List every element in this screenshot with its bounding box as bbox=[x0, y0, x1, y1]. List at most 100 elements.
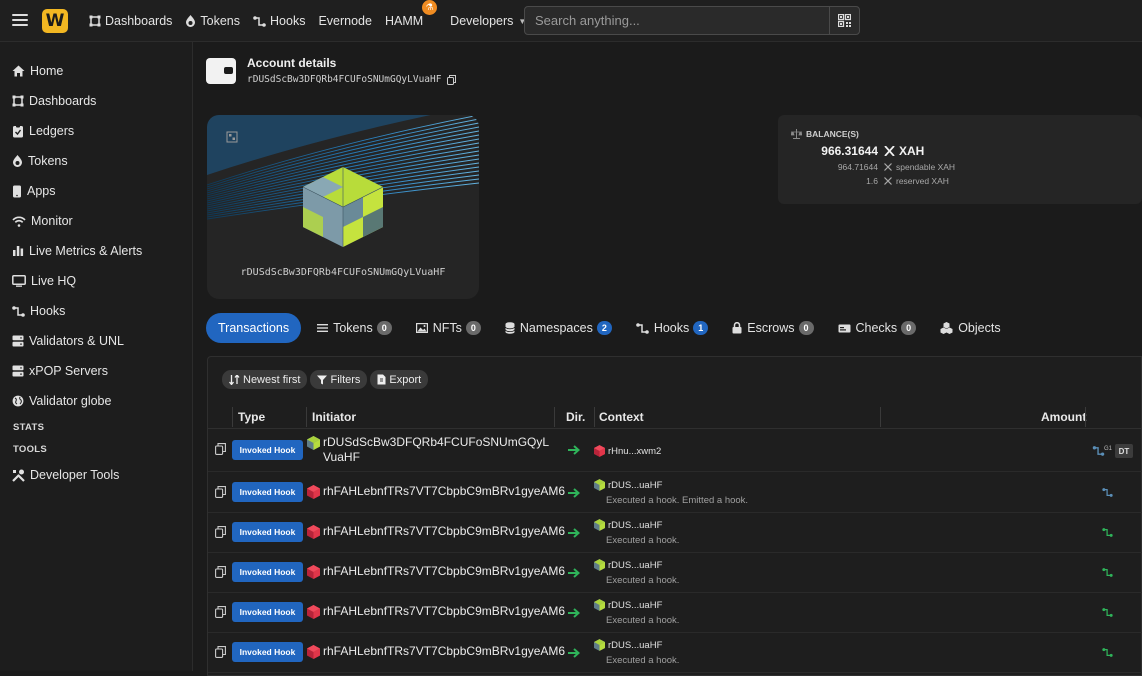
copy-icon[interactable] bbox=[447, 74, 457, 85]
tab-nfts[interactable]: NFTs 0 bbox=[415, 313, 481, 343]
sidebar-label: Apps bbox=[27, 184, 56, 198]
search-input[interactable] bbox=[525, 7, 829, 34]
copy-icon[interactable] bbox=[215, 646, 226, 658]
column-divider[interactable] bbox=[554, 407, 555, 427]
hook-group-label: G1 bbox=[1103, 445, 1112, 452]
column-divider[interactable] bbox=[594, 407, 595, 427]
initiator-address[interactable]: rhFAHLebnfTRs7VT7CbpbC9mBRv1gyeAM6 bbox=[323, 604, 565, 619]
initiator-address[interactable]: rhFAHLebnfTRs7VT7CbpbC9mBRv1gyeAM6 bbox=[323, 644, 565, 659]
copy-icon[interactable] bbox=[215, 526, 226, 538]
arrow-right-icon bbox=[568, 608, 581, 618]
context-address[interactable]: rHnu...xwm2 bbox=[608, 446, 661, 457]
table-row[interactable]: Invoked Hook rDUSdScBw3DFQRb4FCUFoSNUmGQ… bbox=[208, 430, 1142, 472]
nav-developers[interactable]: Developers ▼ bbox=[450, 14, 526, 28]
column-divider[interactable] bbox=[232, 407, 233, 427]
context-address[interactable]: rDUS...uaHF bbox=[608, 520, 662, 531]
top-nav: Dashboards Tokens Hooks Evernode HAMM ⚗ … bbox=[89, 0, 539, 42]
sidebar-item-validator-globe[interactable]: Validator globe bbox=[0, 386, 192, 416]
export-label: Export bbox=[389, 373, 422, 386]
sidebar-label: Live Metrics & Alerts bbox=[29, 244, 143, 258]
filters-button[interactable]: Filters bbox=[310, 370, 368, 389]
tab-namespaces[interactable]: Namespaces 2 bbox=[504, 313, 612, 343]
sidebar-label: Validators & UNL bbox=[29, 334, 124, 348]
table-row[interactable]: Invoked Hook rhFAHLebnfTRs7VT7CbpbC9mBRv… bbox=[208, 633, 1142, 673]
column-divider[interactable] bbox=[880, 407, 881, 427]
table-row[interactable]: Invoked Hook rhFAHLebnfTRs7VT7CbpbC9mBRv… bbox=[208, 513, 1142, 553]
export-button[interactable]: Export bbox=[370, 370, 429, 389]
column-amount[interactable]: Amount bbox=[1041, 410, 1086, 424]
qr-code-icon[interactable] bbox=[829, 7, 859, 34]
logo-icon[interactable]: W bbox=[42, 9, 68, 33]
initiator-address[interactable]: rDUSdScBw3DFQRb4FCUFoSNUmGQyLVuaHF bbox=[323, 435, 555, 465]
sort-button[interactable]: Newest first bbox=[222, 370, 308, 389]
nav-dashboards[interactable]: Dashboards bbox=[89, 14, 172, 28]
context-address[interactable]: rDUS...uaHF bbox=[608, 560, 662, 571]
table-row[interactable]: Invoked Hook rhFAHLebnfTRs7VT7CbpbC9mBRv… bbox=[208, 553, 1142, 593]
column-dir[interactable]: Dir. bbox=[566, 410, 585, 424]
sidebar-item-hooks[interactable]: Hooks bbox=[0, 296, 192, 326]
tab-objects[interactable]: Objects bbox=[940, 313, 1001, 343]
sidebar-item-apps[interactable]: Apps bbox=[0, 176, 192, 206]
context-address[interactable]: rDUS...uaHF bbox=[608, 600, 662, 611]
copy-icon[interactable] bbox=[215, 486, 226, 498]
sidebar-item-live-hq[interactable]: Live HQ bbox=[0, 266, 192, 296]
column-divider[interactable] bbox=[1085, 407, 1086, 427]
balance-scale-icon bbox=[791, 129, 802, 139]
tab-count: 2 bbox=[596, 321, 612, 335]
tab-count: 0 bbox=[901, 321, 917, 335]
account-cube-red-icon bbox=[307, 525, 320, 539]
tools-icon bbox=[12, 469, 25, 482]
copy-icon[interactable] bbox=[215, 566, 226, 578]
context-description: Executed a hook. bbox=[606, 655, 680, 666]
initiator-address[interactable]: rhFAHLebnfTRs7VT7CbpbC9mBRv1gyeAM6 bbox=[323, 484, 565, 499]
column-initiator[interactable]: Initiator bbox=[312, 410, 356, 424]
tab-count: 0 bbox=[465, 321, 481, 335]
sidebar-item-developer-tools[interactable]: Developer Tools bbox=[0, 460, 192, 490]
top-bar: W Dashboards Tokens Hooks Evernode HAMM … bbox=[0, 0, 1142, 42]
copy-icon[interactable] bbox=[215, 606, 226, 618]
sidebar-item-xpop-servers[interactable]: xPOP Servers bbox=[0, 356, 192, 386]
sidebar-item-validators[interactable]: Validators & UNL bbox=[0, 326, 192, 356]
tab-transactions[interactable]: Transactions bbox=[206, 313, 302, 343]
initiator-address[interactable]: rhFAHLebnfTRs7VT7CbpbC9mBRv1gyeAM6 bbox=[323, 524, 565, 539]
column-divider[interactable] bbox=[306, 407, 307, 427]
sidebar-label: Dashboards bbox=[29, 94, 97, 108]
sidebar-section-stats: STATS bbox=[13, 421, 45, 433]
filter-icon bbox=[317, 375, 328, 384]
tab-label: Hooks bbox=[653, 321, 690, 335]
context-address[interactable]: rDUS...uaHF bbox=[608, 640, 662, 651]
database-icon bbox=[504, 322, 515, 334]
menu-icon[interactable] bbox=[12, 14, 28, 26]
tab-count: 0 bbox=[376, 321, 392, 335]
sidebar-item-monitor[interactable]: Monitor bbox=[0, 206, 192, 236]
nav-evernode[interactable]: Evernode bbox=[318, 14, 372, 28]
tab-hooks[interactable]: Hooks 1 bbox=[636, 313, 709, 343]
copy-icon[interactable] bbox=[215, 443, 226, 455]
xah-icon bbox=[884, 163, 892, 171]
nav-tokens[interactable]: Tokens bbox=[185, 14, 240, 28]
table-row[interactable]: Invoked Hook rhFAHLebnfTRs7VT7CbpbC9mBRv… bbox=[208, 473, 1142, 513]
context-address[interactable]: rDUS...uaHF bbox=[608, 480, 662, 491]
balance-spendable-label: spendable XAH bbox=[896, 162, 956, 172]
nav-hamm[interactable]: HAMM ⚗ bbox=[385, 0, 438, 28]
hook-icon bbox=[636, 322, 649, 334]
sidebar-item-tokens[interactable]: Tokens bbox=[0, 146, 192, 176]
globe-icon bbox=[12, 395, 24, 407]
tab-escrows[interactable]: Escrows 0 bbox=[732, 313, 814, 343]
tab-tokens[interactable]: Tokens 0 bbox=[317, 313, 392, 343]
sidebar-item-live-metrics[interactable]: Live Metrics & Alerts bbox=[0, 236, 192, 266]
sidebar-item-home[interactable]: Home bbox=[0, 56, 192, 86]
sidebar-item-ledgers[interactable]: Ledgers bbox=[0, 116, 192, 146]
table-row[interactable]: Invoked Hook rhFAHLebnfTRs7VT7CbpbC9mBRv… bbox=[208, 593, 1142, 633]
account-cube-green-icon bbox=[307, 436, 320, 450]
sidebar-item-dashboards[interactable]: Dashboards bbox=[0, 86, 192, 116]
initiator-address[interactable]: rhFAHLebnfTRs7VT7CbpbC9mBRv1gyeAM6 bbox=[323, 564, 565, 579]
arrow-right-icon bbox=[568, 528, 581, 538]
arrow-right-icon bbox=[568, 568, 581, 578]
nav-hooks[interactable]: Hooks bbox=[253, 14, 305, 28]
account-cube-red-icon bbox=[307, 605, 320, 619]
column-context[interactable]: Context bbox=[599, 410, 644, 424]
sidebar-label: Live HQ bbox=[31, 274, 77, 288]
tab-checks[interactable]: Checks 0 bbox=[838, 313, 917, 343]
column-type[interactable]: Type bbox=[238, 410, 265, 424]
